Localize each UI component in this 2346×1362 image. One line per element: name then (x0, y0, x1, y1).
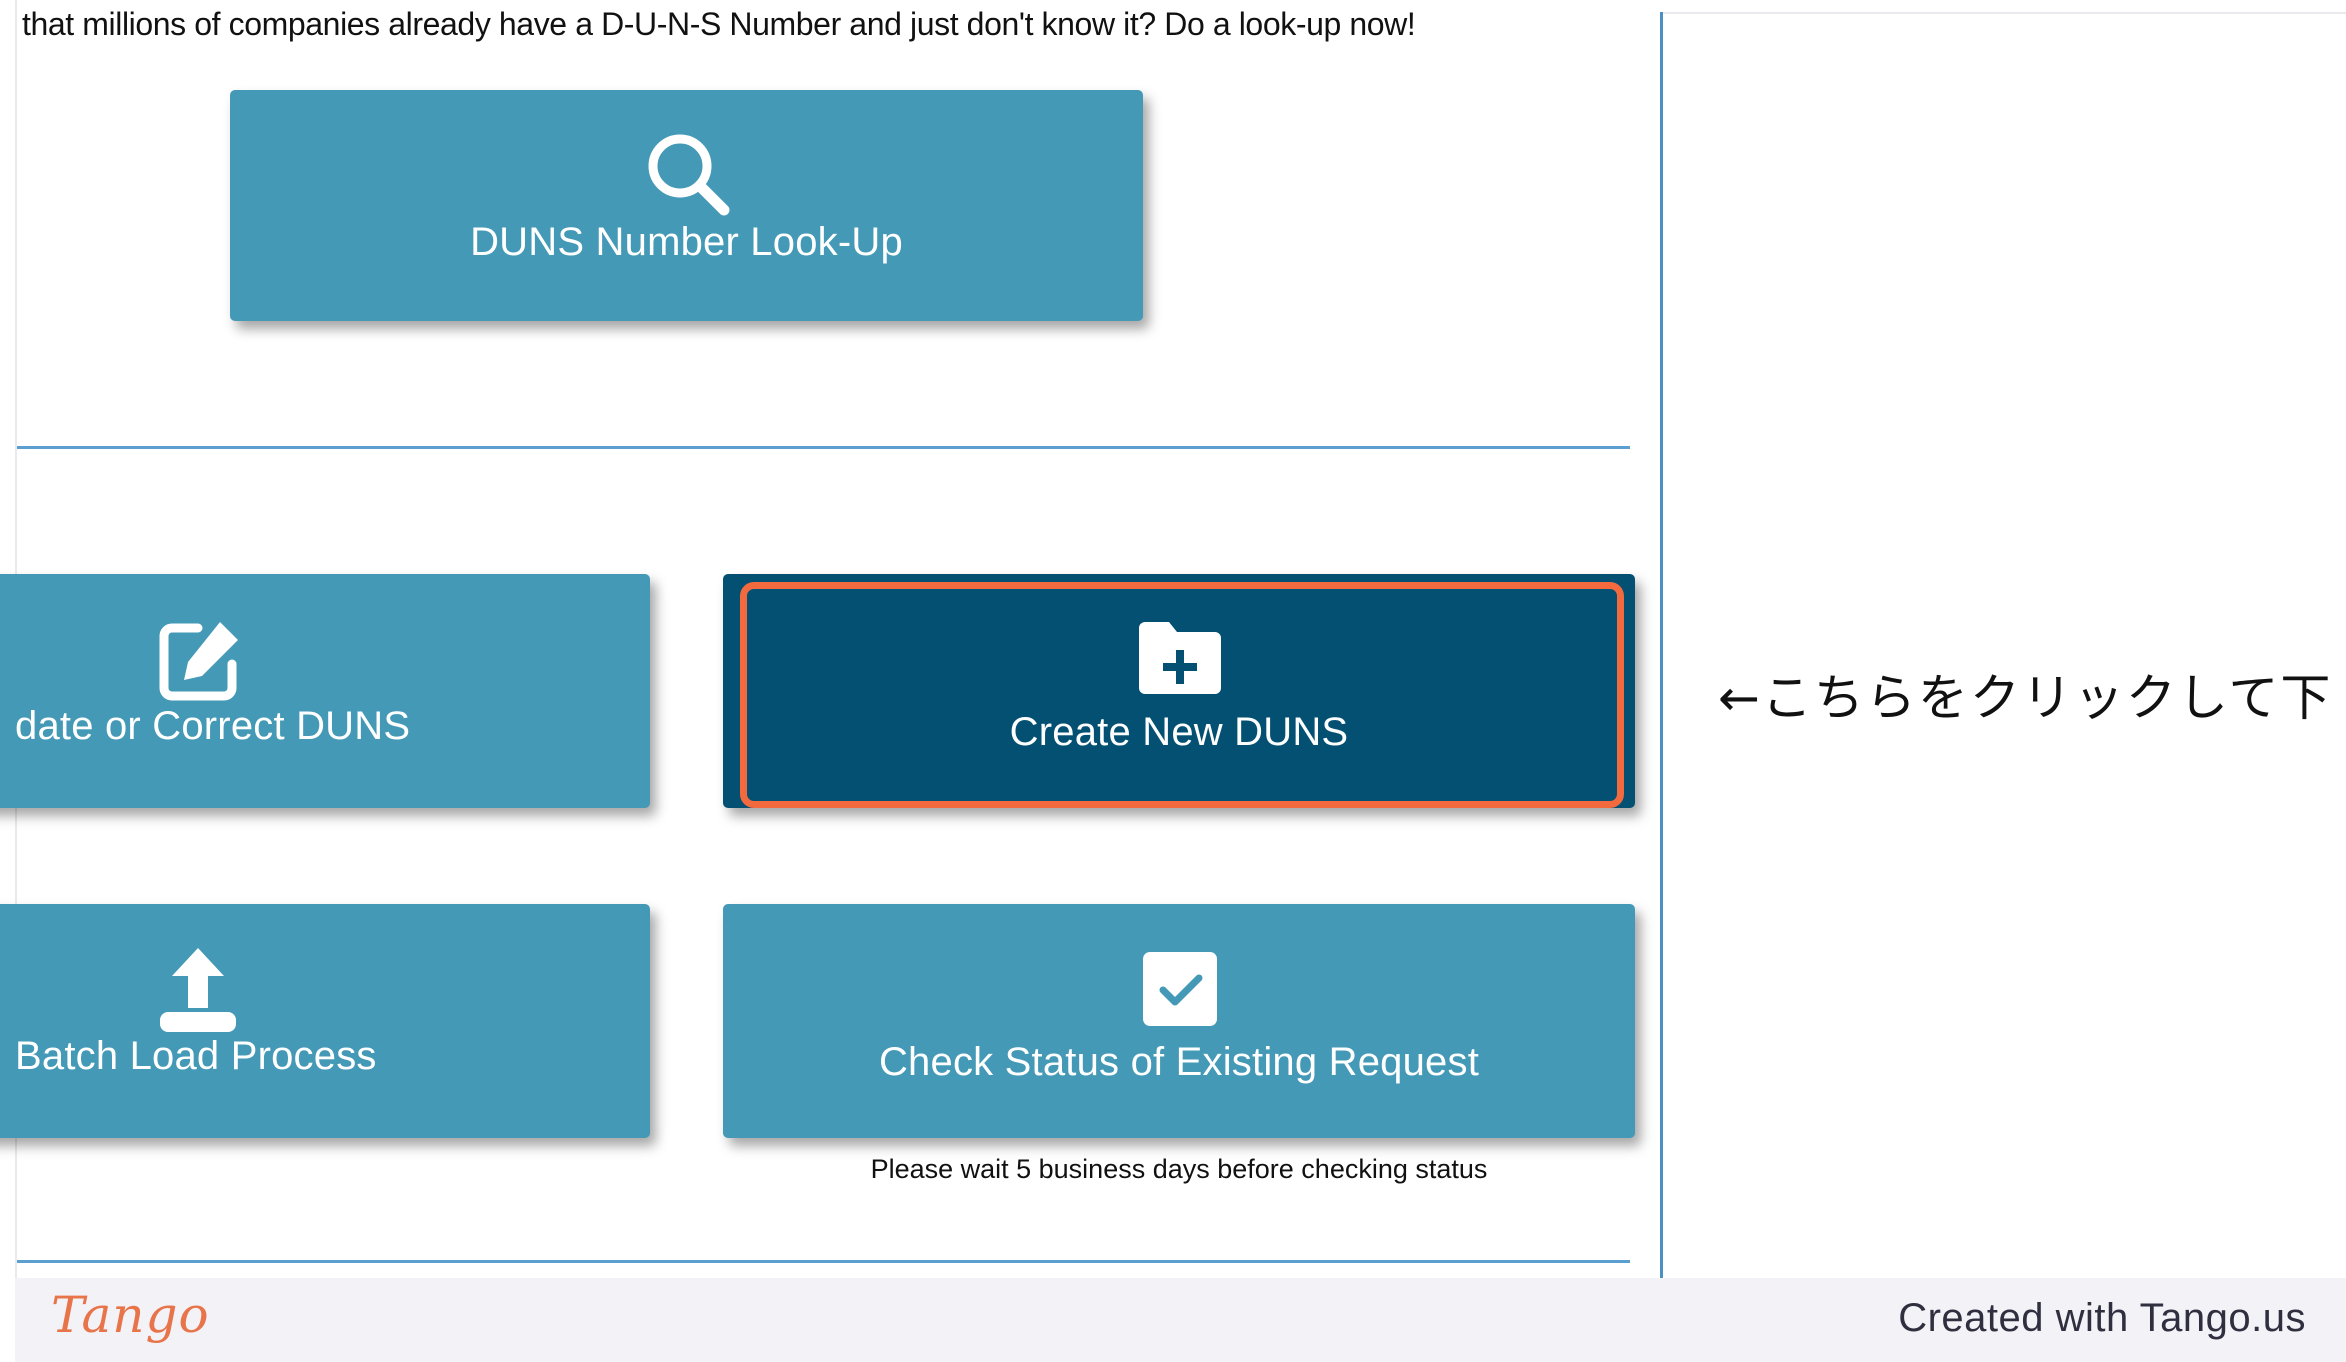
create-new-duns-label: Create New DUNS (1009, 710, 1349, 754)
check-status-button[interactable]: Check Status of Existing Request (723, 904, 1635, 1138)
check-status-label: Check Status of Existing Request (878, 1040, 1480, 1084)
create-new-duns-button[interactable]: Create New DUNS (723, 574, 1635, 808)
batch-load-label: Batch Load Process (15, 1034, 377, 1078)
update-duns-label: date or Correct DUNS (15, 704, 411, 748)
screenshot-area: that millions of companies already have … (0, 0, 2346, 1278)
batch-load-button[interactable]: Batch Load Process (0, 904, 650, 1138)
intro-text: that millions of companies already have … (22, 6, 1416, 42)
tango-logo[interactable]: Tango (51, 1286, 210, 1344)
duns-lookup-button[interactable]: DUNS Number Look-Up (230, 90, 1143, 321)
tango-footer: Tango Created with Tango.us (15, 1278, 2346, 1362)
wait-note: Please wait 5 business days before check… (870, 1154, 1488, 1184)
folder-plus-icon (1139, 622, 1221, 694)
instruction-annotation: ←こちらをクリックして下 (1718, 669, 2333, 727)
tango-screenshot-frame: that millions of companies already have … (0, 0, 2346, 1362)
top-edge (1662, 12, 2346, 14)
duns-lookup-label: DUNS Number Look-Up (470, 220, 903, 264)
vertical-divider (1660, 12, 1663, 1278)
tango-credit[interactable]: Created with Tango.us (1898, 1296, 2306, 1341)
section-divider-bottom (17, 1260, 1630, 1263)
checkbox-icon (1143, 952, 1217, 1026)
upload-icon (160, 948, 236, 1032)
update-duns-button[interactable]: date or Correct DUNS (0, 574, 650, 808)
section-divider-top (17, 446, 1630, 449)
edit-icon (159, 622, 238, 701)
search-icon (648, 134, 730, 216)
